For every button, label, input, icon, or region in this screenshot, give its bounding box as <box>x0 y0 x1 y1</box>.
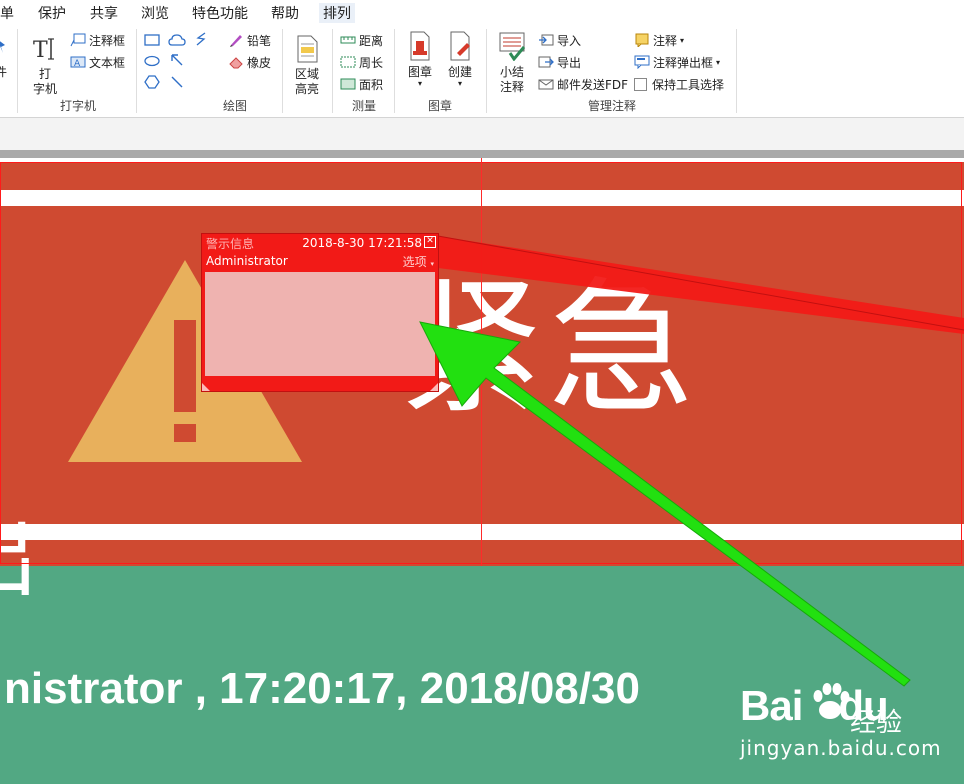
baidu-logo-prefix: Bai <box>740 682 803 729</box>
jingyan-text: 经验 <box>850 708 903 738</box>
watermark-url: jingyan.baidu.com <box>740 736 942 760</box>
baidu-jingyan-watermark: Bai du 经验 jingyan.baidu.com <box>730 676 960 776</box>
green-arrow-icon <box>419 321 911 687</box>
